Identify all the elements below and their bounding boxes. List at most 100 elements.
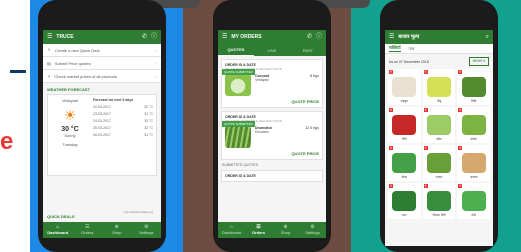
product-image [426, 115, 451, 135]
nav-label: Settings [305, 230, 320, 235]
product-tile[interactable]: ₹ परवल [422, 145, 456, 181]
tab-vegetables[interactable]: सब्जियाँ [389, 45, 401, 52]
nav-label: Orders [81, 230, 94, 235]
nav-shop[interactable]: ⊕ Shop [272, 222, 299, 238]
order-info: Coconut Vellayani [255, 74, 306, 96]
product-tile[interactable]: ₹ बीन्स [388, 145, 421, 181]
forecast-row: 26-03-2017 31 °C [93, 133, 153, 137]
menu-icon[interactable]: ☰ [389, 34, 394, 40]
price-tag: ₹ [458, 108, 463, 112]
tab-quotes[interactable]: QUOTES [218, 44, 254, 56]
forecast-title: WEATHER FORECAST [47, 87, 91, 92]
forecast-temp: 32 °C [144, 126, 153, 130]
price-tag: ₹ [389, 146, 393, 150]
product-image [461, 153, 486, 173]
chevron-right-icon: › [155, 47, 157, 53]
price-tag: ₹ [423, 70, 428, 74]
order-quantity: 12.5 Kgs [305, 126, 319, 130]
order-header: ORDER ID & DATE [225, 174, 256, 178]
nav-label: Orders [251, 230, 266, 235]
menu-item-submit-quotes[interactable]: ▤ Submit Price quotes › [43, 57, 161, 70]
product-name: मेथी [471, 213, 476, 217]
order-body: Coconut Vellayani 8 Kgs [225, 74, 319, 96]
side-glyph: e [0, 128, 14, 155]
product-tile[interactable]: ₹ मटर [388, 183, 421, 219]
tab-fruits[interactable]: फल [409, 46, 415, 52]
product-tile[interactable]: ₹ करेला [457, 107, 490, 143]
forecast-temp: 31 °C [144, 112, 153, 116]
menu-icon[interactable]: ☰ [222, 34, 227, 40]
submitted-quotes-label: SUBMITTED QUOTES [222, 163, 258, 167]
product-image [392, 115, 417, 135]
price-tag: ₹ [458, 70, 463, 74]
price-tag: ₹ [458, 184, 463, 188]
nav-dashboard[interactable]: ⌂ Dashboard [218, 222, 245, 238]
search-icon[interactable]: ⌕ [486, 34, 489, 40]
current-temperature: 30 °C [61, 126, 79, 133]
screen: ☰ बाजार मूल्य ⌕ सब्जियाँ फल As on 07 Dec… [385, 30, 493, 246]
product-tile[interactable]: ₹ भिंडी [457, 69, 490, 105]
menu-icon[interactable]: ☰ [47, 34, 52, 40]
price-tag: ₹ [458, 146, 463, 150]
district-value: कोल्लम [472, 59, 483, 63]
product-name: खीरा [436, 137, 442, 141]
side-dash [10, 70, 26, 73]
nav-orders[interactable]: ☰ Orders [245, 222, 272, 238]
location: Vellayani [61, 98, 78, 103]
app-bar: ☰ MY ORDERS ✆ ⓘ [218, 30, 326, 44]
product-image [426, 191, 451, 211]
product-tile[interactable]: ₹ अदरक [457, 145, 490, 181]
product-tile[interactable]: ₹ मिर्च [388, 107, 421, 143]
product-name: भिंडी [471, 99, 477, 103]
nav-settings[interactable]: ⚙ Settings [132, 222, 162, 238]
bottom-nav: ⌂ Dashboard ☰ Orders ⊕ Shop ⚙ Settings [43, 222, 161, 238]
order-card[interactable]: ORDER ID & DATE DELIVERY ADDRESS & DELIV… [221, 59, 323, 108]
quote-price-button[interactable]: QUOTE PRICE [225, 99, 319, 104]
order-tabs: QUOTES LIVE PAST [218, 44, 326, 56]
nav-orders[interactable]: ☰ Orders [73, 222, 103, 238]
app-title: बाजार मूल्य [398, 34, 420, 40]
left-background [0, 0, 30, 252]
price-tag: ₹ [423, 184, 428, 188]
phone-icon[interactable]: ✆ [307, 34, 312, 40]
product-name: मटर [402, 213, 407, 217]
status-badge: QUOTE SUBMITTED [222, 121, 255, 127]
order-card[interactable]: ORDER ID & DATE DELIVERY ADDRESS & DELIV… [221, 111, 323, 160]
tab-live[interactable]: LIVE [254, 44, 290, 56]
product-tile[interactable]: ₹ नींबू [422, 69, 456, 105]
quote-price-button[interactable]: QUOTE PRICE [225, 151, 319, 156]
order-info: Drumstick Kovalam [255, 126, 301, 148]
nav-settings[interactable]: ⚙ Settings [299, 222, 326, 238]
chevron-right-icon: › [155, 73, 157, 79]
price-date: As on 07 December 2018 [389, 59, 429, 64]
order-card[interactable]: ORDER ID & DATE [221, 170, 323, 182]
date-row: As on 07 December 2018 कोल्लम ▾ [385, 54, 493, 69]
nav-shop[interactable]: ⊕ Shop [102, 222, 132, 238]
product-tile[interactable]: ₹ लहसुन [388, 69, 421, 105]
product-tile[interactable]: ₹ शिमला मिर्च [422, 183, 456, 219]
tab-past[interactable]: PAST [290, 44, 326, 56]
info-icon[interactable]: ⓘ [316, 34, 322, 40]
menu-item-quick-deal[interactable]: ＋ Create a new Quick Deal › [43, 44, 161, 57]
screen: ☰ MY ORDERS ✆ ⓘ QUOTES LIVE PAST ORDER I… [218, 30, 326, 238]
order-quantity: 8 Kgs [310, 74, 319, 78]
sun-icon: ☀ [63, 107, 77, 123]
nav-label: Shop [280, 230, 291, 235]
phone-market-prices: ☰ बाजार मूल्य ⌕ सब्जियाँ फल As on 07 Dec… [380, 0, 498, 252]
product-tile[interactable]: ₹ मेथी [457, 183, 490, 219]
menu-item-market-prices[interactable]: ↗ Check market prices of all products › [43, 70, 161, 83]
forecast-date: 23-03-2017 [93, 112, 111, 116]
product-name: करेला [470, 137, 477, 141]
nav-dashboard[interactable]: ⌂ Dashboard [43, 222, 73, 238]
forecast-date: 22-03-2017 [93, 105, 111, 109]
info-icon[interactable]: ⓘ [151, 34, 157, 40]
phone-icon[interactable]: ✆ [142, 34, 147, 40]
plus-icon: ＋ [47, 47, 51, 52]
app-bar: ☰ बाजार मूल्य ⌕ [385, 30, 493, 44]
product-tile[interactable]: ₹ खीरा [422, 107, 456, 143]
app-bar: ☰ TRUCE ✆ ⓘ [43, 30, 161, 44]
price-tag: ₹ [389, 108, 393, 112]
status-badge: QUOTE SUBMITTED [222, 69, 255, 75]
product-image [461, 115, 486, 135]
district-select[interactable]: कोल्लम ▾ [468, 57, 489, 66]
